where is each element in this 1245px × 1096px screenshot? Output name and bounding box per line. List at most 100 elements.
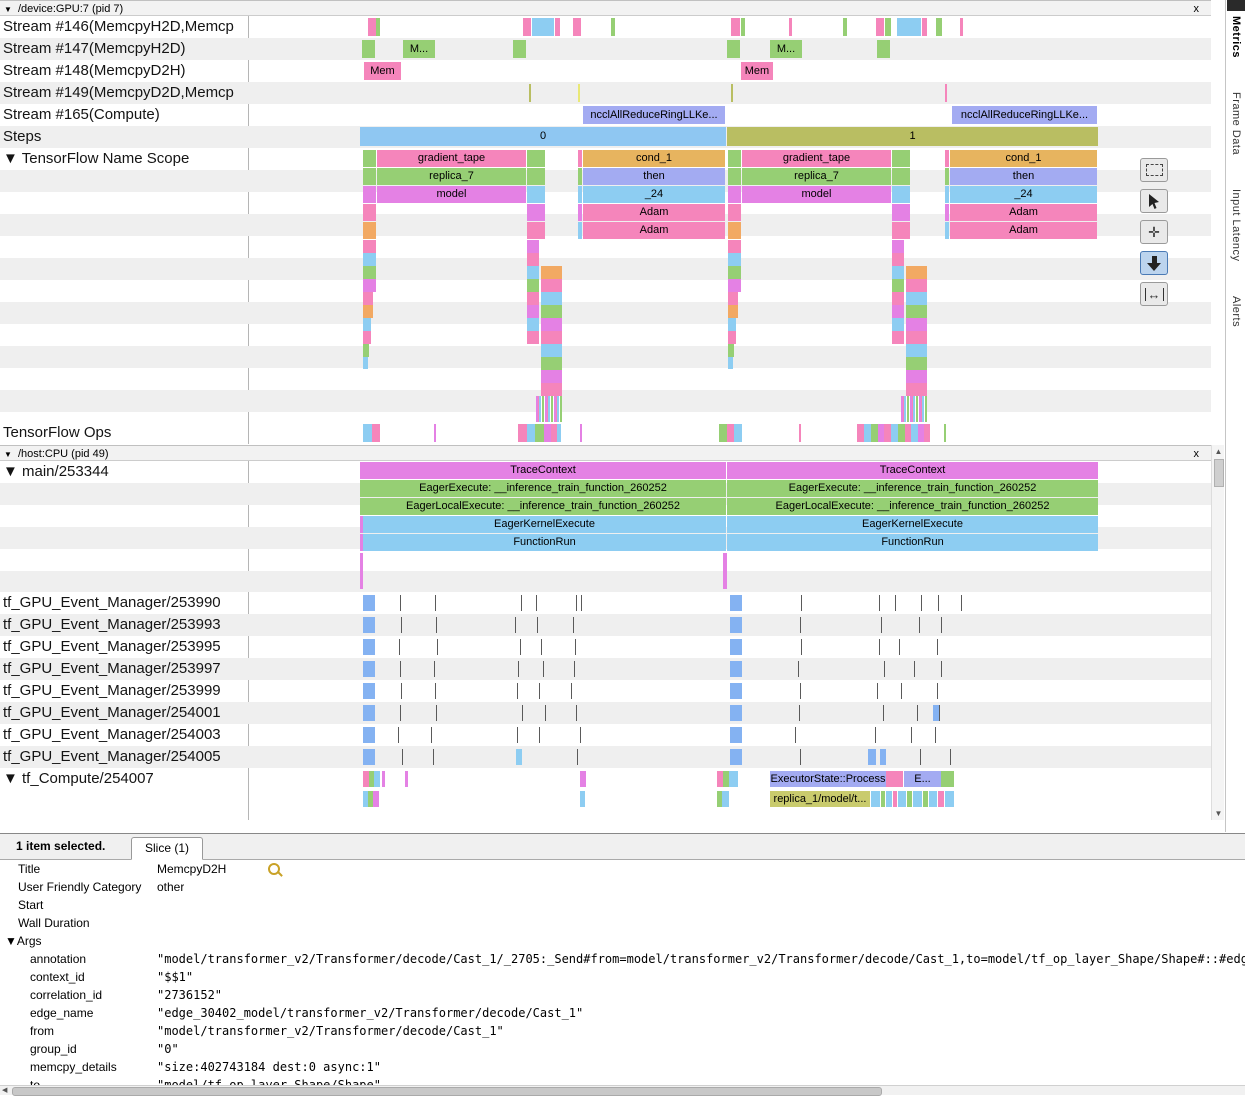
trace-slice[interactable]: [871, 424, 878, 442]
trace-slice[interactable]: [363, 727, 375, 743]
trace-slice[interactable]: [611, 18, 615, 36]
trace-slice[interactable]: [906, 266, 927, 279]
trace-slice[interactable]: EagerLocalExecute: __inference_train_fun…: [360, 498, 726, 515]
trace-slice[interactable]: [363, 150, 376, 167]
trace-slice[interactable]: [541, 383, 562, 396]
trace-slice[interactable]: cond_1: [583, 150, 725, 167]
trace-slice[interactable]: [897, 18, 921, 36]
trace-slice[interactable]: [578, 168, 582, 185]
trace-slice[interactable]: [527, 292, 539, 305]
trace-slice[interactable]: [527, 253, 539, 266]
trace-slice[interactable]: [906, 331, 927, 344]
magnifier-icon[interactable]: [268, 863, 280, 875]
trace-slice[interactable]: [922, 18, 927, 36]
trace-slice[interactable]: [541, 305, 562, 318]
trace-slice[interactable]: 1: [727, 127, 1098, 146]
side-tab-alerts[interactable]: Alerts: [1230, 296, 1242, 327]
trace-slice[interactable]: [727, 424, 734, 442]
trace-slice[interactable]: [906, 370, 927, 383]
trace-slice[interactable]: [527, 168, 545, 185]
trace-slice[interactable]: [363, 683, 375, 699]
trace-slice[interactable]: [527, 424, 535, 442]
trace-slice[interactable]: then: [583, 168, 725, 185]
trace-slice[interactable]: [405, 771, 408, 787]
trace-slice[interactable]: [532, 18, 554, 36]
trace-slice[interactable]: [880, 749, 886, 765]
scrollbar-thumb[interactable]: [1214, 459, 1224, 487]
trace-slice[interactable]: [376, 18, 380, 36]
trace-slice[interactable]: [541, 357, 562, 370]
trace-slice[interactable]: replica_7: [742, 168, 891, 185]
trace-slice[interactable]: [363, 617, 375, 633]
trace-slice[interactable]: [363, 204, 376, 221]
trace-slice[interactable]: [728, 168, 741, 185]
trace-slice[interactable]: [730, 661, 742, 677]
side-tab-frame-data[interactable]: Frame Data: [1230, 92, 1242, 155]
trace-slice[interactable]: [527, 279, 539, 292]
trace-slice[interactable]: EagerExecute: __inference_train_function…: [727, 480, 1098, 497]
trace-slice[interactable]: [541, 331, 562, 344]
trace-slice[interactable]: [892, 305, 904, 318]
track-expander[interactable]: ▼ TensorFlow Name Scope: [3, 150, 247, 168]
trace-slice[interactable]: [892, 292, 904, 305]
trace-slice[interactable]: [730, 683, 742, 699]
trace-slice[interactable]: [728, 331, 736, 344]
side-tab-metrics[interactable]: Metrics: [1230, 16, 1242, 58]
trace-slice[interactable]: [527, 266, 539, 279]
trace-slice[interactable]: TraceContext: [360, 462, 726, 479]
trace-slice[interactable]: [363, 292, 373, 305]
trace-slice[interactable]: [368, 18, 376, 36]
trace-slice[interactable]: Adam: [583, 204, 725, 221]
trace-slice[interactable]: [580, 791, 585, 807]
trace-slice[interactable]: [541, 344, 562, 357]
trace-slice[interactable]: [728, 204, 741, 221]
trace-slice[interactable]: [892, 222, 910, 239]
trace-slice[interactable]: [892, 266, 904, 279]
h-zoom-tool[interactable]: ↔: [1140, 282, 1168, 306]
trace-slice[interactable]: [541, 279, 562, 292]
trace-slice[interactable]: [730, 617, 742, 633]
trace-slice[interactable]: [580, 771, 586, 787]
trace-slice[interactable]: [535, 424, 544, 442]
trace-slice[interactable]: [868, 749, 876, 765]
trace-slice[interactable]: EagerExecute: __inference_train_function…: [360, 480, 726, 497]
trace-slice[interactable]: [363, 705, 375, 721]
trace-slice[interactable]: [911, 424, 918, 442]
cpu-scrollbar[interactable]: ▲ ▼: [1211, 445, 1224, 820]
trace-slice[interactable]: [929, 791, 937, 807]
trace-slice[interactable]: [541, 318, 562, 331]
tab-slice[interactable]: Slice (1): [131, 837, 203, 860]
trace-slice[interactable]: [728, 240, 741, 253]
trace-slice[interactable]: Adam: [950, 222, 1097, 239]
trace-slice[interactable]: [363, 222, 376, 239]
trace-slice[interactable]: [877, 40, 890, 58]
trace-slice[interactable]: cond_1: [950, 150, 1097, 167]
trace-slice[interactable]: [363, 253, 376, 266]
trace-slice[interactable]: [527, 150, 545, 167]
trace-slice[interactable]: [555, 18, 560, 36]
trace-slice[interactable]: [363, 344, 369, 357]
trace-slice[interactable]: [578, 222, 582, 239]
trace-slice[interactable]: [363, 168, 376, 185]
trace-slice[interactable]: [727, 40, 740, 58]
trace-slice[interactable]: [578, 204, 582, 221]
trace-slice[interactable]: [789, 18, 792, 36]
trace-slice[interactable]: [892, 168, 910, 185]
trace-slice[interactable]: [363, 186, 376, 203]
trace-slice[interactable]: [906, 357, 927, 370]
trace-slice[interactable]: [363, 595, 375, 611]
trace-slice[interactable]: [373, 791, 379, 807]
gpu-section-header[interactable]: ▼ /device:GPU:7 (pid 7) x: [0, 0, 1211, 16]
collapse-icon[interactable]: ▼: [4, 3, 12, 17]
trace-slice[interactable]: Adam: [950, 204, 1097, 221]
cpu-close-button[interactable]: x: [1194, 447, 1200, 461]
trace-slice[interactable]: [728, 279, 741, 292]
trace-slice[interactable]: [363, 357, 368, 369]
trace-slice[interactable]: [876, 18, 884, 36]
trace-slice[interactable]: [728, 357, 733, 369]
trace-slice[interactable]: _24: [583, 186, 725, 203]
trace-slice[interactable]: EagerLocalExecute: __inference_train_fun…: [727, 498, 1098, 515]
trace-slice[interactable]: [578, 186, 582, 203]
trace-slice[interactable]: [573, 18, 581, 36]
trace-slice[interactable]: [513, 40, 526, 58]
